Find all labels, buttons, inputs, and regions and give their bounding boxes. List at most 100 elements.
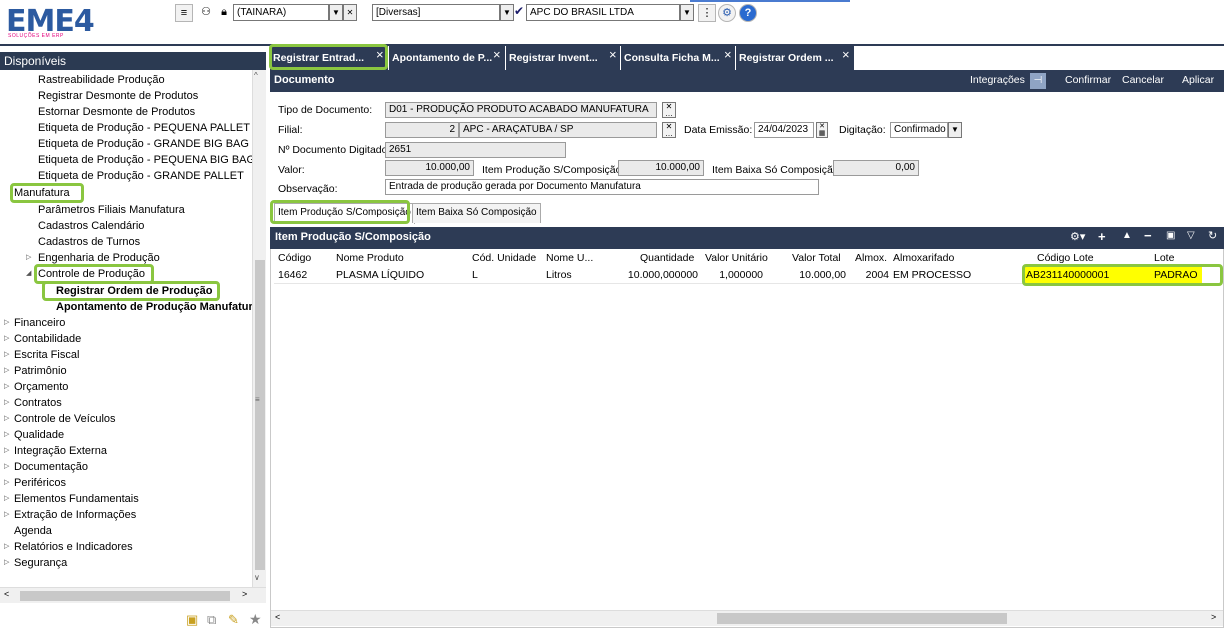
- tree-item-escrita-fiscal[interactable]: Escrita Fiscal: [14, 347, 79, 363]
- aplicar-button[interactable]: Aplicar: [1182, 74, 1214, 86]
- tree-item-qualidade[interactable]: Qualidade: [14, 427, 64, 443]
- tree-item-perifericos[interactable]: Periféricos: [14, 475, 66, 491]
- expand-arrow-icon[interactable]: ▷: [4, 494, 9, 502]
- tree-item-registrar-desmonte[interactable]: Registrar Desmonte de Produtos: [38, 88, 198, 104]
- tree-item-rastreabilidade[interactable]: Rastreabilidade Produção: [38, 72, 165, 88]
- cell-almox[interactable]: 2004: [855, 267, 889, 283]
- scroll-right-arrow-icon[interactable]: >: [242, 589, 247, 599]
- expand-arrow-icon[interactable]: ▷: [4, 334, 9, 342]
- tree-item-financeiro[interactable]: Financeiro: [14, 315, 65, 331]
- cell-nome-produto[interactable]: PLASMA LÍQUIDO: [336, 267, 424, 283]
- tree-item-apontamento-producao[interactable]: Apontamento de Produção Manufatura: [56, 299, 252, 315]
- expand-arrow-icon[interactable]: ▷: [4, 382, 9, 390]
- digitacao-select[interactable]: Confirmado: [890, 122, 948, 138]
- col-header-nome-unidade[interactable]: Nome U...: [546, 250, 593, 266]
- col-header-quantidade[interactable]: Quantidade: [640, 250, 694, 266]
- scroll-thumb[interactable]: [20, 591, 230, 601]
- edit-icon[interactable]: ✎: [228, 612, 239, 628]
- tree-item-etiqueta-grande-big-bag[interactable]: Etiqueta de Produção - GRANDE BIG BAG: [38, 136, 249, 152]
- expand-arrow-icon[interactable]: ▷: [4, 430, 9, 438]
- col-header-codigo[interactable]: Código: [278, 250, 311, 266]
- check-icon[interactable]: ✔: [512, 4, 526, 21]
- users-icon[interactable]: ⚇: [197, 4, 215, 22]
- scroll-thumb[interactable]: [717, 613, 1007, 624]
- cell-valor-unitario[interactable]: 1,000000: [705, 267, 763, 283]
- pin-icon[interactable]: ⊣: [1030, 73, 1046, 89]
- more-options-button[interactable]: ⋮: [698, 4, 716, 22]
- expand-arrow-icon[interactable]: ▷: [4, 398, 9, 406]
- expand-arrow-icon[interactable]: ▷: [4, 542, 9, 550]
- tab-registrar-inventario[interactable]: Registrar Invent... ×: [506, 46, 620, 70]
- tree-item-cadastros-turnos[interactable]: Cadastros de Turnos: [38, 234, 140, 250]
- scroll-up-arrow-icon[interactable]: ^: [254, 71, 258, 80]
- user-combo[interactable]: (TAINARA): [233, 4, 329, 21]
- filter-icon[interactable]: ▽: [1187, 230, 1195, 241]
- item-baixa-field[interactable]: 0,00: [833, 160, 919, 176]
- tipo-documento-field[interactable]: D01 - PRODUÇÃO PRODUTO ACABADO MANUFATUR…: [385, 102, 657, 118]
- close-icon[interactable]: ×: [609, 43, 617, 67]
- integracoes-button[interactable]: Integrações: [970, 74, 1025, 86]
- collapse-arrow-icon[interactable]: ◢: [26, 269, 31, 277]
- close-icon[interactable]: ×: [842, 43, 850, 67]
- cell-quantidade[interactable]: 10.000,000000: [621, 267, 698, 283]
- user-combo-dropdown[interactable]: ▼: [329, 4, 343, 21]
- close-icon[interactable]: ×: [724, 43, 732, 67]
- tree-item-contratos[interactable]: Contratos: [14, 395, 62, 411]
- tab-consulta-ficha[interactable]: Consulta Ficha M... ×: [621, 46, 735, 70]
- tree-item-etiqueta-pequena-big-bag[interactable]: Etiqueta de Produção - PEQUENA BIG BAG: [38, 152, 252, 168]
- scroll-down-arrow-icon[interactable]: ∨: [254, 573, 260, 582]
- cell-almoxarifado[interactable]: EM PROCESSO: [893, 267, 971, 283]
- expand-arrow-icon[interactable]: ▷: [4, 510, 9, 518]
- tree-item-documentacao[interactable]: Documentação: [14, 459, 88, 475]
- expand-arrow-icon[interactable]: ▷: [4, 318, 9, 326]
- category-combo[interactable]: [Diversas]: [372, 4, 500, 21]
- tree-item-seguranca[interactable]: Segurança: [14, 555, 67, 571]
- filial-lookup-button[interactable]: ✕…: [662, 122, 676, 138]
- cell-codigo[interactable]: 16462: [278, 267, 307, 283]
- tree-item-etiqueta-grande-pallet[interactable]: Etiqueta de Produção - GRANDE PALLET: [38, 168, 244, 184]
- confirmar-button[interactable]: Confirmar: [1065, 74, 1111, 86]
- tree-item-agenda[interactable]: Agenda: [14, 523, 52, 539]
- user-combo-clear[interactable]: ✕: [343, 4, 357, 21]
- tree-item-etiqueta-pequena-pallet[interactable]: Etiqueta de Produção - PEQUENA PALLET: [38, 120, 250, 136]
- settings-icon[interactable]: ⚙▾: [1070, 230, 1085, 243]
- expand-arrow-icon[interactable]: ▷: [4, 366, 9, 374]
- col-header-valor-total[interactable]: Valor Total: [792, 250, 841, 266]
- data-emissao-field[interactable]: 24/04/2023: [754, 122, 814, 138]
- move-up-icon[interactable]: ▲: [1122, 230, 1132, 241]
- filial-code-field[interactable]: 2: [385, 122, 459, 138]
- cancelar-button[interactable]: Cancelar: [1122, 74, 1164, 86]
- menu-button[interactable]: ≡: [175, 4, 193, 22]
- item-producao-field[interactable]: 10.000,00: [618, 160, 704, 176]
- favorite-star-icon[interactable]: ★: [249, 611, 262, 628]
- tree-item-patrimonio[interactable]: Patrimônio: [14, 363, 67, 379]
- expand-arrow-icon[interactable]: ▷: [4, 478, 9, 486]
- cell-cod-unidade[interactable]: L: [472, 267, 478, 283]
- expand-arrow-icon[interactable]: ▷: [4, 414, 9, 422]
- sidebar-vertical-scrollbar[interactable]: ^ ≡ ∨: [252, 70, 266, 587]
- numero-documento-field[interactable]: 2651: [385, 142, 566, 158]
- lock-icon[interactable]: 🔒︎: [215, 4, 233, 22]
- tree-item-cadastros-calendario[interactable]: Cadastros Calendário: [38, 218, 144, 234]
- company-combo-dropdown[interactable]: ▼: [680, 4, 694, 21]
- expand-arrow-icon[interactable]: ▷: [4, 462, 9, 470]
- tree-item-parametros-filiais[interactable]: Parâmetros Filiais Manufatura: [38, 202, 185, 218]
- settings-icon[interactable]: ⚙: [718, 4, 736, 22]
- grid-horizontal-scrollbar[interactable]: < >: [271, 610, 1223, 626]
- remove-row-icon[interactable]: −: [1144, 228, 1152, 243]
- col-header-almoxarifado[interactable]: Almoxarifado: [893, 250, 954, 266]
- folder-icon[interactable]: ▣: [186, 612, 198, 628]
- tab-registrar-ordem[interactable]: Registrar Ordem ... ×: [736, 46, 854, 70]
- col-header-almox[interactable]: Almox.: [855, 250, 887, 266]
- expand-arrow-icon[interactable]: ▷: [4, 558, 9, 566]
- scroll-right-arrow-icon[interactable]: >: [1211, 612, 1216, 622]
- scroll-left-arrow-icon[interactable]: <: [4, 589, 9, 599]
- chevron-down-icon[interactable]: ▼: [948, 122, 962, 138]
- tree-item-controle-veiculos[interactable]: Controle de Veículos: [14, 411, 116, 427]
- cell-nome-unidade[interactable]: Litros: [546, 267, 572, 283]
- expand-arrow-icon[interactable]: ▷: [4, 446, 9, 454]
- sidebar-horizontal-scrollbar[interactable]: < >: [0, 587, 266, 603]
- filial-name-field[interactable]: APC - ARAÇATUBA / SP: [459, 122, 657, 138]
- save-icon[interactable]: ▣: [1166, 230, 1175, 241]
- cell-valor-total[interactable]: 10.000,00: [780, 267, 846, 283]
